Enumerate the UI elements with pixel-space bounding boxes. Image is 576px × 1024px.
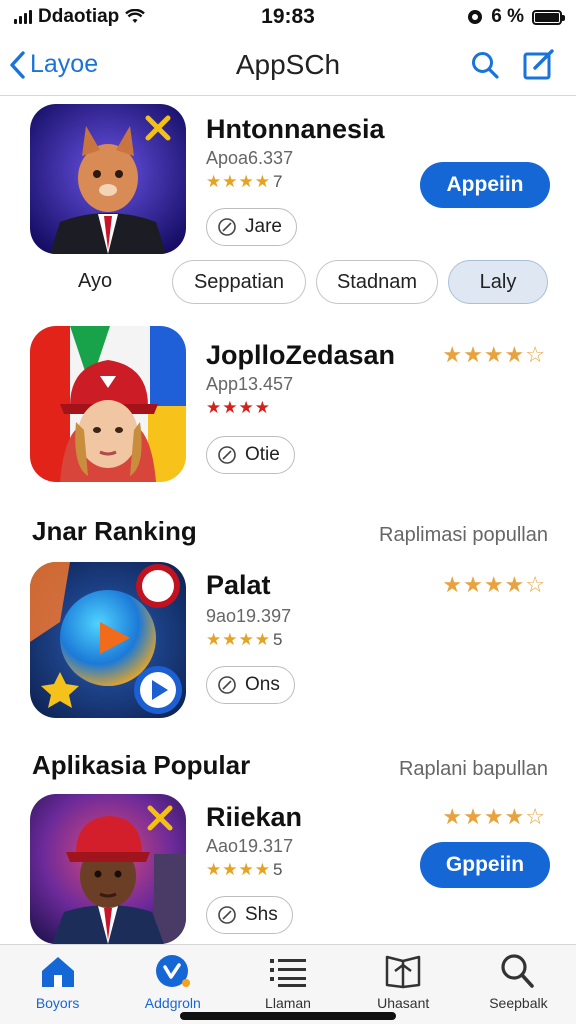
section-link[interactable]: Raplani bapullan xyxy=(399,758,548,781)
section-link[interactable]: Raplimasi popullan xyxy=(379,524,548,547)
rating-star-glyphs: ★★★★ xyxy=(206,172,271,191)
app-store-icon xyxy=(155,955,190,987)
tab-label: Uhasant xyxy=(377,995,430,1011)
nav-actions xyxy=(470,48,556,81)
rating-star-glyphs: ★★★★ xyxy=(206,860,271,879)
tab-label: Addgroln xyxy=(144,995,201,1011)
tag-icon xyxy=(218,676,236,694)
app-row[interactable]: Hntonnanesia Apoa6.337 ★★★★ 7 Jare Appeii… xyxy=(30,104,556,254)
tag-chip[interactable]: Shs xyxy=(206,896,293,934)
filter-chip[interactable]: Stadnam xyxy=(316,260,438,304)
book-icon xyxy=(385,955,421,989)
search-icon xyxy=(501,954,535,988)
app-row[interactable]: JoplloZedasan ★★★★☆ App13.457 ★★★★ Otie xyxy=(30,326,556,482)
signal-icon xyxy=(14,10,32,24)
list-icon xyxy=(270,959,306,987)
tab-search[interactable]: Seepbalk xyxy=(461,945,576,1024)
rating-count: 7 xyxy=(272,172,284,191)
rating-stars: ★★★★ 5 xyxy=(206,860,283,880)
app-icon[interactable] xyxy=(30,326,186,482)
home-icon xyxy=(41,957,74,987)
tag-label: Otie xyxy=(245,444,280,465)
tag-label: Jare xyxy=(245,216,282,237)
rating-star-glyphs: ★★★★ xyxy=(206,630,271,649)
back-button[interactable]: Layoe xyxy=(8,50,98,80)
section-title: Aplikasia Popular xyxy=(32,750,251,780)
app-icon[interactable] xyxy=(30,562,186,718)
tag-chip[interactable]: Jare xyxy=(206,208,297,246)
compose-icon[interactable] xyxy=(522,48,556,81)
tag-icon xyxy=(218,446,236,464)
home-indicator[interactable] xyxy=(180,1012,396,1020)
status-bar: Ddaotiap 19:83 6 % xyxy=(0,0,576,34)
rating-count: 5 xyxy=(272,860,284,879)
app-meta: Aao19.317 xyxy=(206,836,294,856)
rating-stars: ★★★★ 7 xyxy=(206,172,283,192)
battery-icon xyxy=(532,9,565,25)
app-row[interactable]: Palat ★★★★☆ 9ao19.397 ★★★★ 5 Ons xyxy=(30,562,556,718)
app-name: Hntonnanesia xyxy=(206,114,385,144)
app-meta: 9ao19.397 xyxy=(206,606,292,626)
filter-chip[interactable]: Seppatian xyxy=(172,260,306,304)
tag-label: Ons xyxy=(245,674,280,695)
filter-row: Ayo Seppatian Stadnam Laly xyxy=(0,260,576,304)
rating-stars: ★★★★ xyxy=(206,398,273,418)
app-meta: Apoa6.337 xyxy=(206,148,294,168)
tag-label: Shs xyxy=(245,904,278,925)
app-icon[interactable] xyxy=(30,104,186,254)
back-label: Layoe xyxy=(30,50,99,78)
rating-stars-large: ★★★★☆ xyxy=(442,572,546,597)
app-name: JoplloZedasan xyxy=(206,340,396,370)
open-button[interactable]: Appeiin xyxy=(420,162,550,208)
app-meta: App13.457 xyxy=(206,374,294,394)
status-right: 6 % xyxy=(362,6,565,28)
tab-home[interactable]: Boyors xyxy=(0,945,115,1024)
navigation-bar: Layoe AppSCh xyxy=(0,34,576,96)
status-time: 19:83 xyxy=(261,5,315,28)
search-icon[interactable] xyxy=(470,50,500,80)
app-name: Palat xyxy=(206,570,271,600)
app-name: Riiekan xyxy=(206,802,303,832)
wifi-icon xyxy=(125,9,146,23)
tab-label: Boyors xyxy=(35,995,80,1011)
filter-chip-active[interactable]: Laly xyxy=(448,260,548,304)
tab-label: Seepbalk xyxy=(489,995,548,1011)
app-icon[interactable] xyxy=(30,794,186,944)
carrier-label: Ddaotiap xyxy=(38,6,120,27)
tab-label: Llaman xyxy=(265,995,311,1011)
rating-star-glyphs: ★★★★ xyxy=(206,398,271,417)
rating-stars-large: ★★★★☆ xyxy=(442,342,546,367)
chevron-left-icon xyxy=(10,50,25,79)
filter-label[interactable]: Ayo xyxy=(78,270,112,293)
open-button[interactable]: Gppeiin xyxy=(420,842,550,888)
section-title: Jnar Ranking xyxy=(32,516,197,546)
orientation-lock-icon xyxy=(468,10,483,24)
tag-icon xyxy=(218,218,236,236)
tag-chip[interactable]: Ons xyxy=(206,666,295,704)
rating-stars-large: ★★★★☆ xyxy=(442,804,546,829)
tag-chip[interactable]: Otie xyxy=(206,436,295,474)
battery-percent: 6 % xyxy=(491,6,524,27)
app-row[interactable]: Riiekan ★★★★☆ Aao19.317 ★★★★ 5 Shs Gppeii… xyxy=(30,794,556,944)
tag-icon xyxy=(218,906,236,924)
rating-stars: ★★★★ 5 xyxy=(206,630,283,650)
status-left: Ddaotiap xyxy=(14,6,214,28)
rating-count: 5 xyxy=(272,630,284,649)
